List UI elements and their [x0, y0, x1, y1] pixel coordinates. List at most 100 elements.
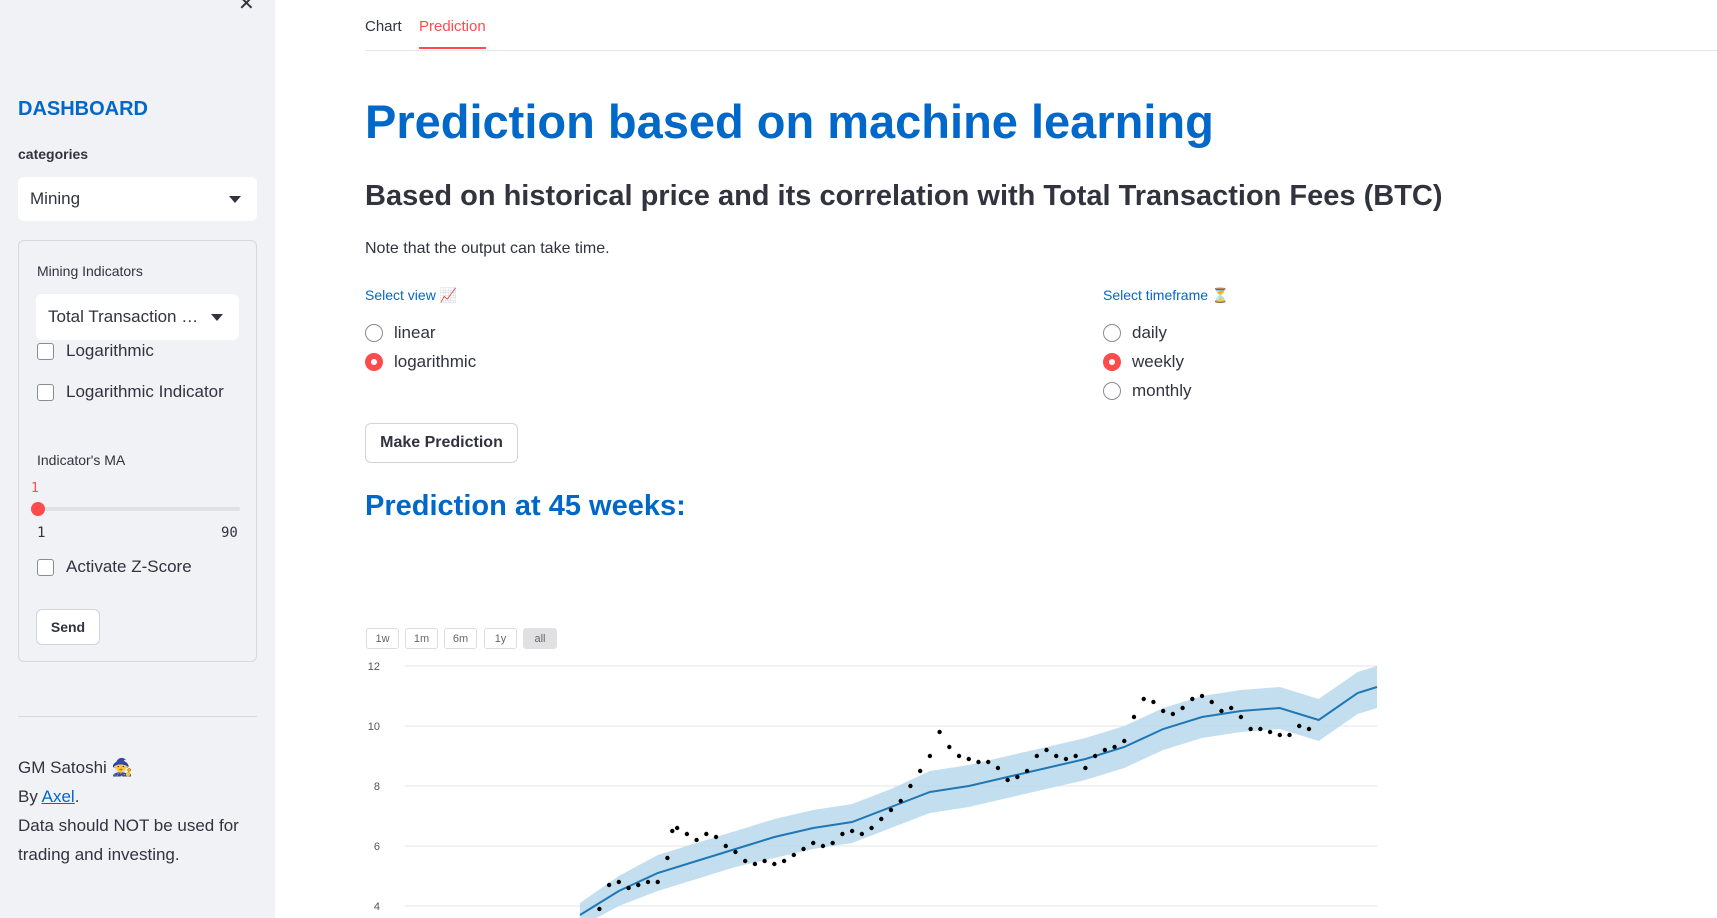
- observed-point: [927, 753, 933, 759]
- view-option-label: logarithmic: [394, 352, 477, 371]
- prediction-chart[interactable]: 4681012 y: [365, 660, 1385, 918]
- observed-point: [1034, 753, 1039, 759]
- y-axis-ticks: 4 6 8 10 12: [368, 661, 380, 913]
- logarithmic-checkbox-label: Logarithmic: [66, 341, 154, 360]
- observed-point: [976, 759, 981, 765]
- footer-byline: By Axel.: [18, 782, 258, 811]
- page-subtitle: Based on historical price and its correl…: [365, 180, 1443, 212]
- y-tick-label: 12: [368, 661, 380, 673]
- ma-slider-max: 90: [221, 525, 238, 541]
- observed-point: [1190, 696, 1195, 702]
- ma-slider-track[interactable]: [37, 507, 240, 511]
- view-option-linear[interactable]: linear: [365, 323, 436, 343]
- observed-point: [645, 879, 651, 885]
- observed-point: [966, 756, 971, 762]
- zscore-checkbox[interactable]: Activate Z-Score: [37, 557, 192, 577]
- tab-chart[interactable]: Chart: [365, 18, 402, 47]
- observed-point: [1267, 729, 1273, 735]
- observed-point: [1141, 696, 1146, 702]
- observed-point: [1277, 732, 1282, 738]
- timeframe-option-label: daily: [1132, 323, 1167, 342]
- observed-point: [1219, 708, 1224, 714]
- page-title: Prediction based on machine learning: [365, 95, 1214, 148]
- checkbox-box[interactable]: [37, 383, 54, 401]
- forecast-uncertainty-band: [580, 666, 1377, 918]
- footer-disclaimer: Data should NOT be used for trading and …: [18, 816, 239, 864]
- view-option-label: linear: [394, 323, 436, 342]
- radio-button[interactable]: [365, 324, 383, 342]
- checkbox-box[interactable]: [37, 342, 54, 360]
- y-tick-label: 10: [368, 721, 380, 733]
- observed-point: [606, 882, 612, 888]
- observed-point: [674, 825, 680, 831]
- observed-point: [781, 858, 787, 864]
- observed-point: [956, 753, 962, 759]
- mining-indicators-select[interactable]: Total Transaction Fees (BTC): [36, 294, 239, 340]
- close-icon[interactable]: ✕: [238, 0, 255, 14]
- observed-point: [1083, 765, 1088, 771]
- observed-point: [859, 831, 865, 837]
- range-button-all[interactable]: all: [523, 628, 557, 649]
- select-view-label: Select view 📈: [365, 287, 458, 303]
- timeframe-option-monthly[interactable]: monthly: [1103, 381, 1192, 401]
- range-button-1m[interactable]: 1m: [405, 628, 438, 649]
- observed-point: [1180, 705, 1185, 711]
- make-prediction-button[interactable]: Make Prediction: [365, 423, 518, 463]
- observed-point: [1238, 714, 1244, 720]
- radio-button[interactable]: [1103, 324, 1121, 342]
- footer-by-text: By: [18, 787, 42, 806]
- observed-point: [1063, 756, 1069, 762]
- prediction-title: Prediction at 45 weeks:: [365, 490, 686, 522]
- observed-point: [995, 765, 1001, 771]
- categories-select[interactable]: Mining: [18, 177, 257, 221]
- indicator-form: Mining Indicators Total Transaction Fees…: [18, 240, 257, 662]
- range-button-1w[interactable]: 1w: [366, 628, 399, 649]
- note-text: Note that the output can take time.: [365, 240, 610, 257]
- tab-prediction[interactable]: Prediction: [419, 18, 486, 49]
- indicator-ma-label: Indicator's MA: [37, 452, 126, 468]
- select-timeframe-label: Select timeframe ⏳: [1103, 287, 1230, 303]
- observed-point: [713, 834, 719, 840]
- observed-point: [791, 852, 796, 858]
- observed-point: [1102, 747, 1108, 753]
- logarithmic-checkbox[interactable]: Logarithmic: [37, 341, 154, 361]
- timeframe-option-daily[interactable]: daily: [1103, 323, 1167, 343]
- observed-point: [849, 828, 855, 834]
- radio-button[interactable]: [1103, 353, 1121, 371]
- observed-point: [1199, 693, 1205, 699]
- observed-point: [626, 885, 631, 891]
- author-link[interactable]: Axel: [42, 787, 75, 806]
- ma-slider-thumb[interactable]: [31, 502, 45, 516]
- observed-point: [1005, 777, 1010, 783]
- categories-select-value: Mining: [30, 189, 81, 208]
- observed-point: [684, 831, 690, 837]
- observed-point: [1248, 726, 1253, 732]
- radio-button[interactable]: [365, 353, 383, 371]
- mining-indicators-label: Mining Indicators: [37, 263, 143, 279]
- observed-point: [1297, 723, 1302, 729]
- observed-point: [636, 882, 641, 888]
- range-button-6m[interactable]: 6m: [444, 628, 477, 649]
- observed-point: [723, 843, 728, 849]
- observed-point: [898, 798, 903, 804]
- observed-point: [597, 906, 602, 912]
- y-tick-label: 8: [374, 781, 380, 793]
- observed-point: [665, 855, 670, 861]
- observed-point: [1306, 726, 1312, 732]
- logarithmic-indicator-checkbox[interactable]: Logarithmic Indicator: [37, 382, 224, 402]
- observed-point: [670, 828, 675, 834]
- radio-button[interactable]: [1103, 382, 1121, 400]
- observed-point: [1044, 747, 1049, 753]
- range-button-1y[interactable]: 1y: [484, 628, 517, 649]
- observed-point: [1015, 774, 1020, 780]
- observed-point: [752, 861, 758, 867]
- view-option-logarithmic[interactable]: logarithmic: [365, 352, 476, 372]
- observed-point: [1170, 711, 1176, 717]
- checkbox-box[interactable]: [37, 558, 54, 576]
- observed-point: [1054, 753, 1059, 759]
- send-button[interactable]: Send: [36, 609, 100, 645]
- observed-point: [1112, 744, 1117, 750]
- ma-slider-value: 1: [31, 481, 39, 496]
- y-tick-label: 4: [374, 901, 380, 913]
- timeframe-option-weekly[interactable]: weekly: [1103, 352, 1184, 372]
